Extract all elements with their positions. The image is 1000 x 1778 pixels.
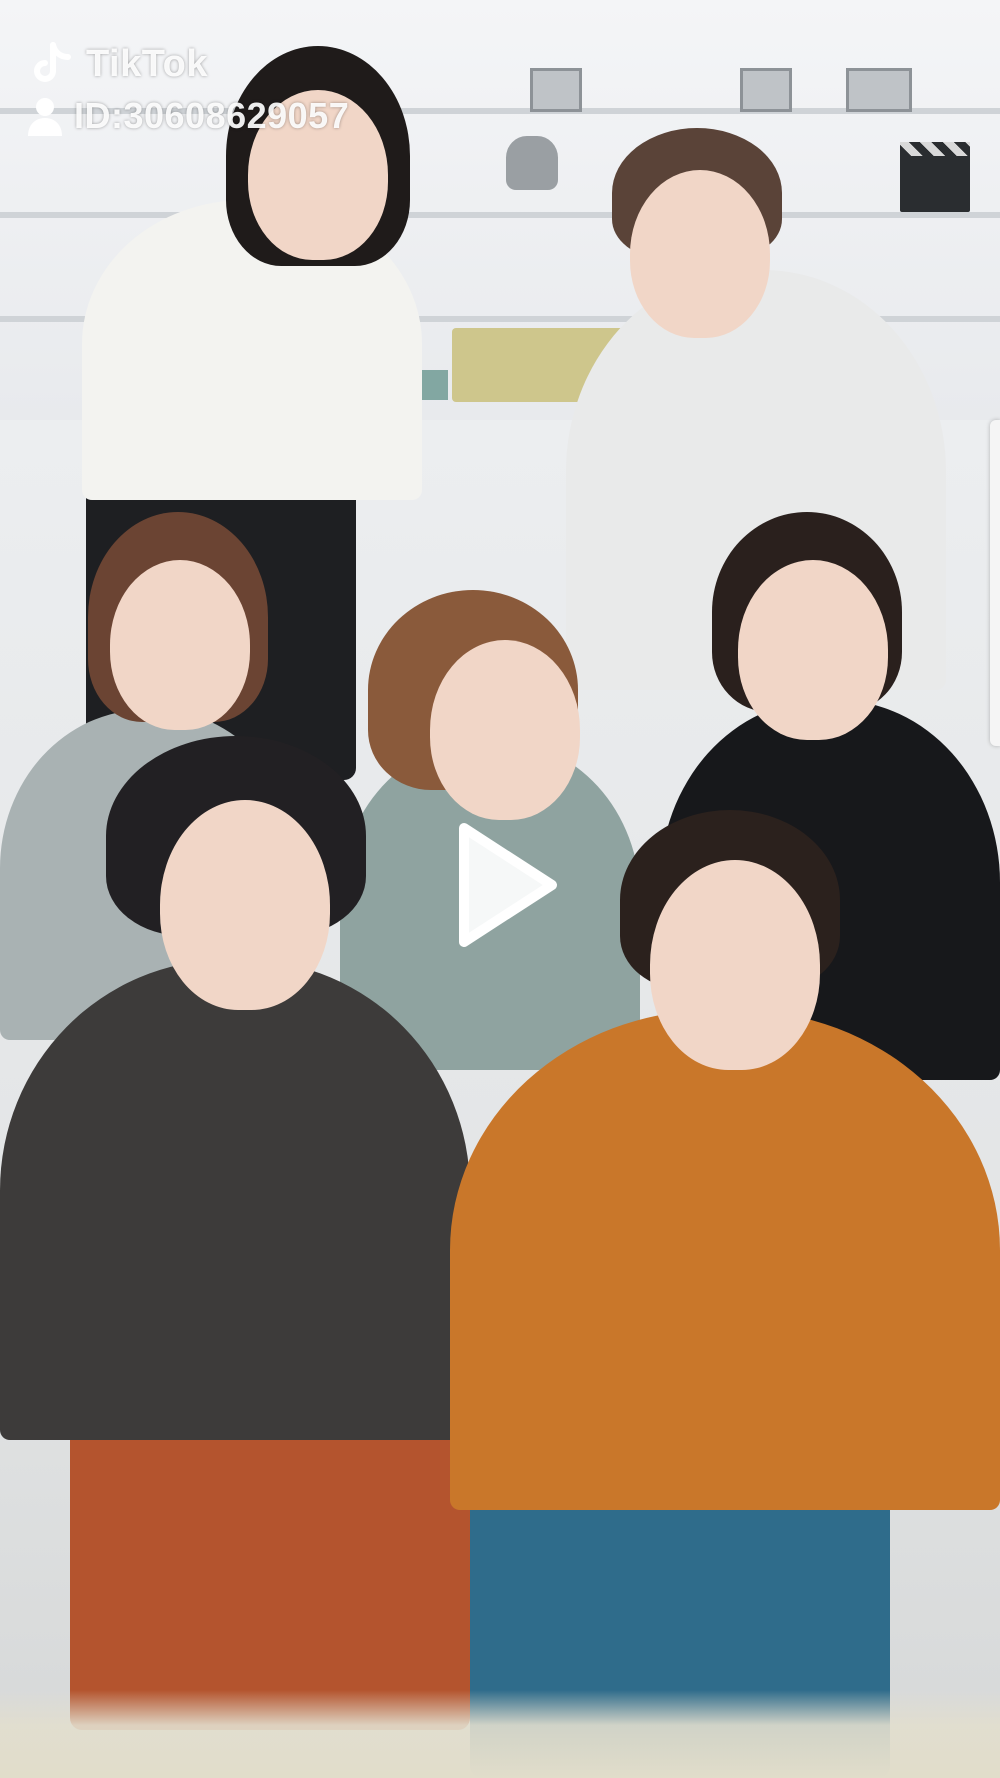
table-edge bbox=[0, 1690, 1000, 1778]
shelf-frame bbox=[740, 68, 792, 112]
tiktok-watermark: TikTok ID:30608629057 bbox=[26, 38, 349, 142]
scroll-handle[interactable] bbox=[990, 420, 1000, 746]
user-icon bbox=[28, 98, 62, 136]
tiktok-logo-icon bbox=[34, 42, 71, 82]
video-player[interactable]: TikTok ID:30608629057 bbox=[0, 0, 1000, 1778]
clapperboard bbox=[900, 142, 970, 212]
user-id-row: ID:30608629057 bbox=[26, 90, 349, 142]
shelf-frame bbox=[530, 68, 582, 112]
play-button[interactable] bbox=[452, 818, 562, 952]
shelf-object bbox=[506, 136, 558, 190]
user-id: ID:30608629057 bbox=[74, 95, 350, 136]
shelf bbox=[0, 212, 1000, 218]
shelf-frame bbox=[846, 68, 912, 112]
brand-row: TikTok bbox=[26, 38, 349, 90]
brand-name: TikTok bbox=[86, 42, 208, 85]
